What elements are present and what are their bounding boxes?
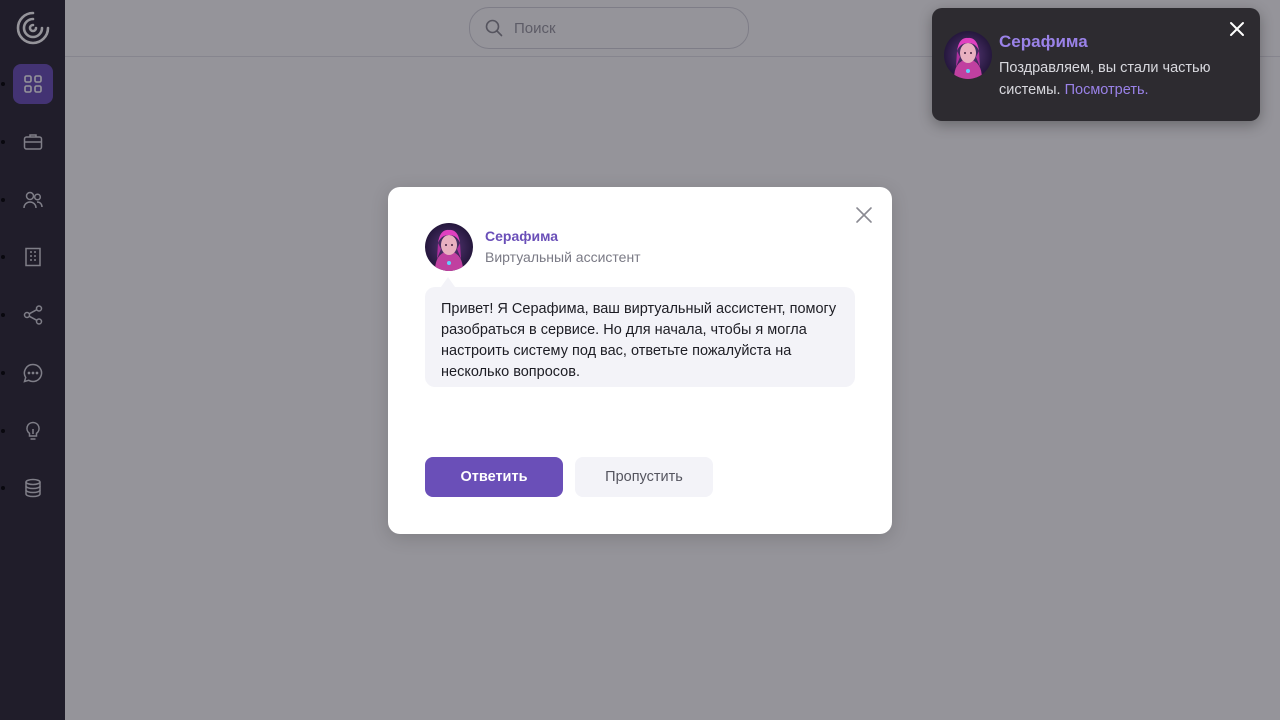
toast-view-link[interactable]: Посмотреть.	[1065, 82, 1149, 98]
sender-name: Серафима	[485, 228, 559, 244]
reply-button[interactable]: Ответить	[425, 457, 563, 497]
assistant-avatar	[425, 223, 473, 271]
skip-button[interactable]: Пропустить	[575, 457, 713, 497]
toast-message: Поздравляем, вы стали частью системы. По…	[999, 57, 1239, 101]
sender-role: Виртуальный ассистент	[485, 249, 641, 265]
close-icon[interactable]	[854, 205, 874, 225]
message-bubble: Привет! Я Серафима, ваш виртуальный асси…	[425, 287, 855, 387]
toast-avatar	[944, 31, 992, 79]
assistant-dialog: Серафима Виртуальный ассистент Привет! Я…	[388, 187, 892, 534]
toast-title: Серафима	[999, 32, 1088, 51]
bubble-tail	[441, 277, 455, 287]
close-icon[interactable]	[1228, 20, 1246, 38]
notification-toast: Серафима Поздравляем, вы стали частью си…	[932, 8, 1260, 121]
